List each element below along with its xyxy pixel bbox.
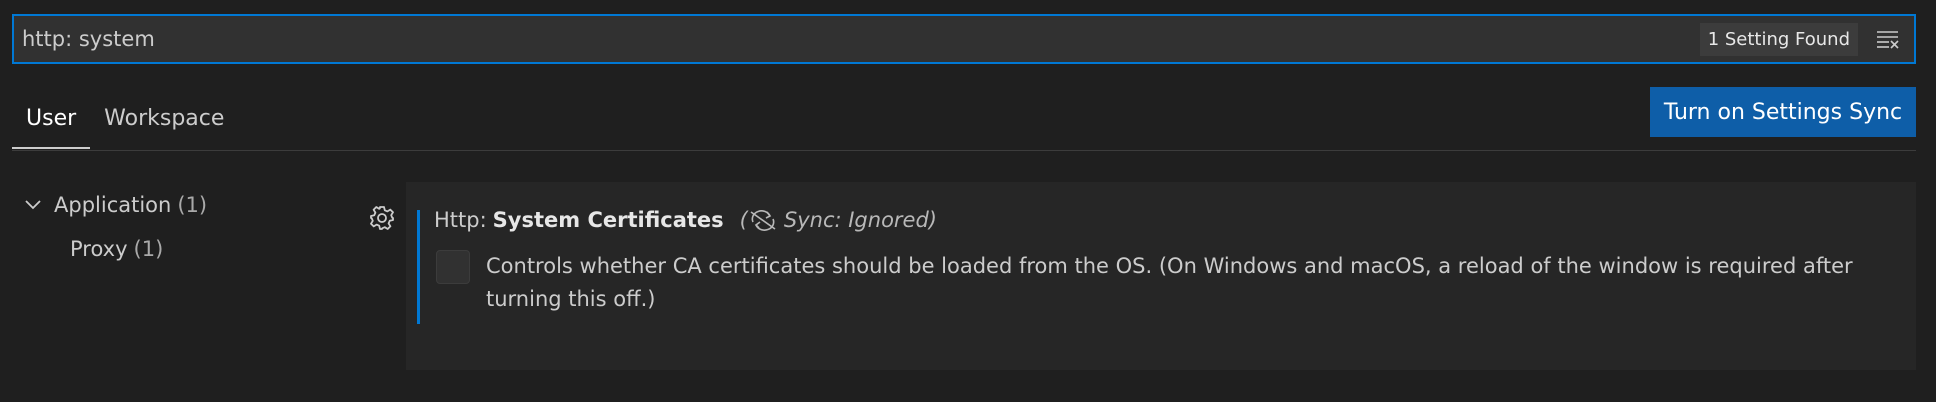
toc-item-count: (1)	[133, 237, 164, 261]
tabs-divider	[12, 150, 1916, 151]
toc-item-application[interactable]: Application (1)	[22, 188, 207, 222]
turn-on-settings-sync-button[interactable]: Turn on Settings Sync	[1650, 87, 1916, 137]
chevron-down-icon	[22, 194, 44, 216]
setting-description: Controls whether CA certificates should …	[486, 254, 1853, 311]
settings-search-input[interactable]	[14, 16, 1700, 62]
settings-editor: 1 Setting Found User Workspace Turn on S…	[0, 0, 1936, 402]
sync-prefix: (	[739, 208, 748, 232]
settings-scope-tabs: User Workspace	[12, 96, 238, 149]
toc-item-label: Proxy	[70, 237, 128, 261]
focus-indicator	[417, 210, 420, 324]
settings-search-box[interactable]: 1 Setting Found	[12, 14, 1916, 64]
setting-item-http-system-certificates: Http: System Certificates ( Sync: Ignore…	[406, 182, 1916, 370]
sync-ignored-icon	[750, 210, 776, 231]
setting-checkbox[interactable]	[436, 250, 470, 284]
tab-workspace[interactable]: Workspace	[90, 96, 238, 147]
tab-user[interactable]: User	[12, 96, 91, 149]
sync-ignored-indicator: ( Sync: Ignored)	[740, 208, 937, 232]
gear-icon[interactable]	[368, 204, 396, 232]
sync-status-text: Sync: Ignored)	[783, 208, 937, 232]
setting-category: Http:	[434, 208, 487, 232]
clear-filter-icon[interactable]	[1868, 19, 1908, 59]
toc-item-label: Application	[54, 193, 172, 217]
setting-title: Http: System Certificates ( Sync: Ignore…	[434, 208, 937, 232]
setting-name: System Certificates	[492, 208, 724, 232]
toc-item-proxy[interactable]: Proxy (1)	[70, 232, 207, 266]
toc-item-count: (1)	[177, 193, 208, 217]
settings-toc: Application (1) Proxy (1)	[22, 188, 207, 266]
result-count-badge: 1 Setting Found	[1699, 22, 1858, 56]
